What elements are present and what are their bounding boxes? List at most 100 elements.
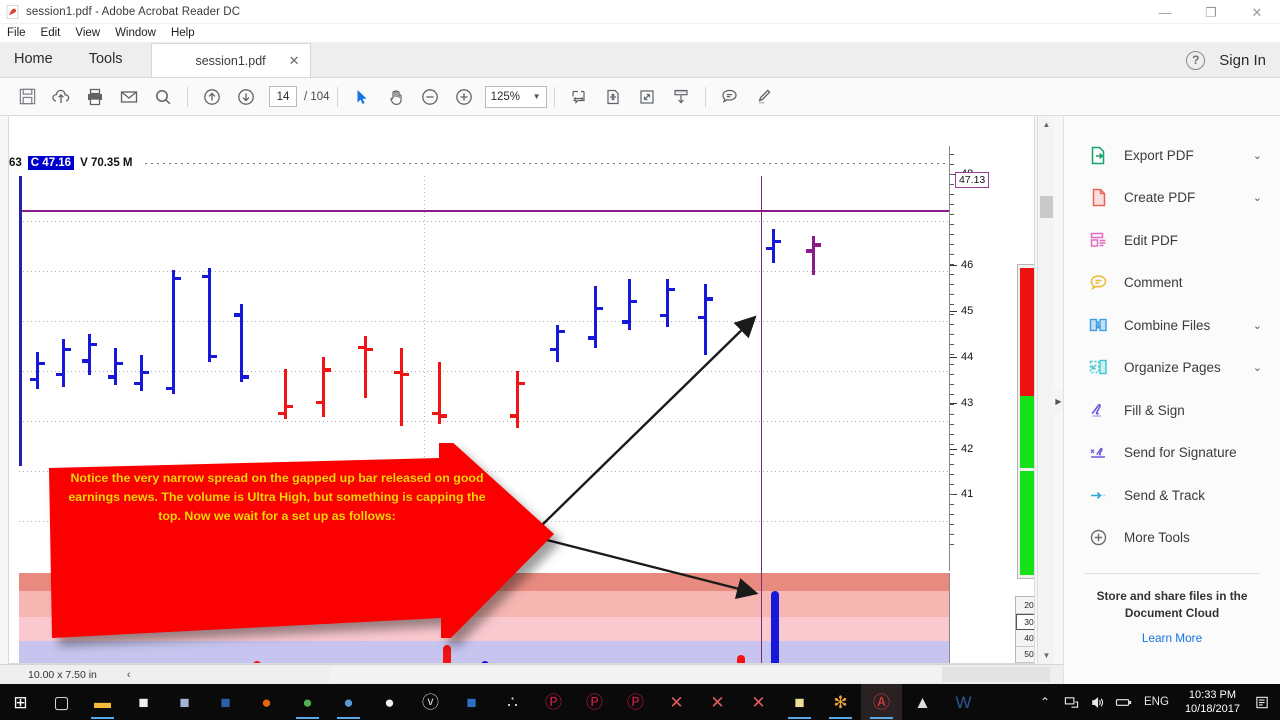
scroll-down-icon[interactable]: ▼: [1038, 647, 1055, 664]
clock[interactable]: 10:33 PM 10/18/2017: [1177, 688, 1248, 716]
taskbar-sticky-notes[interactable]: ■: [779, 684, 820, 720]
sidebar-item-fill-and-sign[interactable]: Fill & Sign: [1064, 389, 1280, 432]
taskbar-gfxm-app[interactable]: ■: [451, 684, 492, 720]
taskbar-microsoft-store[interactable]: ■: [123, 684, 164, 720]
taskbar-particles-app[interactable]: ∴: [492, 684, 533, 720]
volume-icon[interactable]: [1084, 684, 1110, 720]
menu-item-file[interactable]: File: [7, 27, 26, 39]
sidebar-item-organize-pages[interactable]: Organize Pages ⌄: [1064, 347, 1280, 390]
action-center-icon[interactable]: [1248, 684, 1276, 720]
volume-scale-strip[interactable]: 2030405060708090100200: [1015, 596, 1034, 663]
help-icon[interactable]: ?: [1186, 50, 1206, 70]
price-axis-minor-tick: [950, 164, 954, 165]
chevron-down-icon[interactable]: ⌄: [1253, 149, 1262, 162]
show-hidden-icons[interactable]: ⌃: [1032, 684, 1058, 720]
taskbar-pdf-tool-2[interactable]: Ⓟ: [574, 684, 615, 720]
taskbar-vivaldi-app[interactable]: ⓥ: [410, 684, 451, 720]
ohlc-bar: [234, 304, 249, 383]
sidebar-item-send-for-signature[interactable]: Send for Signature: [1064, 432, 1280, 475]
menu-item-help[interactable]: Help: [171, 27, 195, 39]
scale-strip-cell[interactable]: 30: [1016, 613, 1034, 630]
vertical-scrollbar[interactable]: ▲ ▼: [1037, 116, 1054, 664]
scrollbar-thumb[interactable]: [1040, 196, 1053, 218]
previous-page-icon[interactable]: [195, 82, 229, 112]
search-icon[interactable]: [146, 82, 180, 112]
taskbar-pdf-tool-1[interactable]: Ⓟ: [533, 684, 574, 720]
sidebar-item-combine-files[interactable]: Combine Files ⌄: [1064, 304, 1280, 347]
taskbar-file-explorer[interactable]: ▬: [82, 684, 123, 720]
learn-more-link[interactable]: Learn More: [1064, 631, 1280, 645]
sidebar-item-comment[interactable]: Comment: [1064, 262, 1280, 305]
print-icon[interactable]: [78, 82, 112, 112]
tab-tools[interactable]: Tools: [71, 41, 141, 77]
scale-strip-cell[interactable]: 20: [1016, 597, 1034, 614]
taskbar-calds-app[interactable]: ■: [205, 684, 246, 720]
scale-strip-cell[interactable]: 50: [1016, 647, 1034, 663]
taskbar-flower-app[interactable]: ✻: [820, 684, 861, 720]
panel-collapse-icon[interactable]: ▶: [1054, 390, 1063, 412]
status-left-caret[interactable]: ‹: [127, 669, 131, 681]
close-button[interactable]: ✕: [1234, 0, 1280, 24]
taskbar-firefox[interactable]: ●: [246, 684, 287, 720]
taskbar-start-button[interactable]: ⊞: [0, 684, 41, 720]
taskbar-xmind-2[interactable]: ✕: [697, 684, 738, 720]
page-number-input[interactable]: 14: [269, 86, 297, 107]
network-icon[interactable]: [1058, 684, 1084, 720]
upload-cloud-icon[interactable]: [44, 82, 78, 112]
close-icon[interactable]: ✕: [289, 53, 300, 69]
scale-strip-cell[interactable]: 40: [1016, 630, 1034, 647]
tab-home[interactable]: Home: [0, 41, 71, 77]
zoom-out-icon[interactable]: [413, 82, 447, 112]
sidebar-item-edit-pdf[interactable]: Edit PDF: [1064, 219, 1280, 262]
sidebar-item-create-pdf[interactable]: Create PDF ⌄: [1064, 177, 1280, 220]
taskbar-word-app[interactable]: W: [943, 684, 984, 720]
hand-tool-icon[interactable]: [379, 82, 413, 112]
zoom-to-selection-icon[interactable]: [630, 82, 664, 112]
zoom-level-select[interactable]: 125% ▼: [484, 85, 547, 108]
menu-item-edit[interactable]: Edit: [41, 27, 61, 39]
red-arrow-annotation[interactable]: Notice the very narrow spread on the gap…: [49, 443, 554, 638]
tab-document[interactable]: session1.pdf ✕: [150, 43, 311, 77]
chevron-down-icon[interactable]: ⌄: [1253, 319, 1262, 332]
maximize-button[interactable]: ❐: [1188, 0, 1234, 24]
horizontal-scrollbar[interactable]: [330, 667, 1050, 682]
taskbar-acrobat-reader[interactable]: Ⓐ: [861, 684, 902, 720]
taskbar-paint-app[interactable]: ●: [328, 684, 369, 720]
minimize-button[interactable]: —: [1142, 0, 1188, 24]
taskbar-xmind-3[interactable]: ✕: [738, 684, 779, 720]
price-scale-strip[interactable]: [1017, 264, 1034, 579]
sidebar-item-more-tools[interactable]: More Tools: [1064, 517, 1280, 560]
scroll-up-icon[interactable]: ▲: [1038, 116, 1055, 133]
sidebar-item-export-pdf[interactable]: Export PDF ⌄: [1064, 134, 1280, 177]
taskbar-opera-app[interactable]: ●: [369, 684, 410, 720]
read-mode-icon[interactable]: [664, 82, 698, 112]
menu-item-window[interactable]: Window: [115, 27, 156, 39]
taskbar-pdf-tool-3[interactable]: Ⓟ: [615, 684, 656, 720]
fit-width-icon[interactable]: [562, 82, 596, 112]
taskbar-xmind-1[interactable]: ✕: [656, 684, 697, 720]
menu-item-view[interactable]: View: [75, 27, 100, 39]
zoom-in-icon[interactable]: [447, 82, 481, 112]
battery-icon[interactable]: [1110, 684, 1136, 720]
language-indicator[interactable]: ENG: [1136, 696, 1177, 708]
taskbar-chrome[interactable]: ●: [287, 684, 328, 720]
price-axis-minor-tick: [950, 474, 954, 475]
chevron-down-icon[interactable]: ⌄: [1253, 361, 1262, 374]
comment-icon[interactable]: [713, 82, 747, 112]
save-icon[interactable]: [10, 82, 44, 112]
sidebar-item-label: Comment: [1124, 275, 1183, 291]
sidebar-item-send-and-track[interactable]: Send & Track: [1064, 474, 1280, 517]
highlight-icon[interactable]: [747, 82, 781, 112]
taskbar-task-view-button[interactable]: ▢: [41, 684, 82, 720]
next-page-icon[interactable]: [229, 82, 263, 112]
taskbar-photos-app[interactable]: ▲: [902, 684, 943, 720]
email-icon[interactable]: [112, 82, 146, 112]
chevron-down-icon[interactable]: ⌄: [1253, 191, 1262, 204]
taskbar-onenote[interactable]: ■: [164, 684, 205, 720]
document-area[interactable]: 63 C 47.16 V 70.35 M 46 45 44 43 42 41 4…: [0, 116, 1063, 664]
price-axis-tick: [950, 265, 957, 267]
horizontal-scrollbar-thumb[interactable]: [330, 667, 942, 682]
fit-page-icon[interactable]: [596, 82, 630, 112]
select-tool-icon[interactable]: [345, 82, 379, 112]
sign-in-button[interactable]: Sign In: [1219, 52, 1266, 69]
